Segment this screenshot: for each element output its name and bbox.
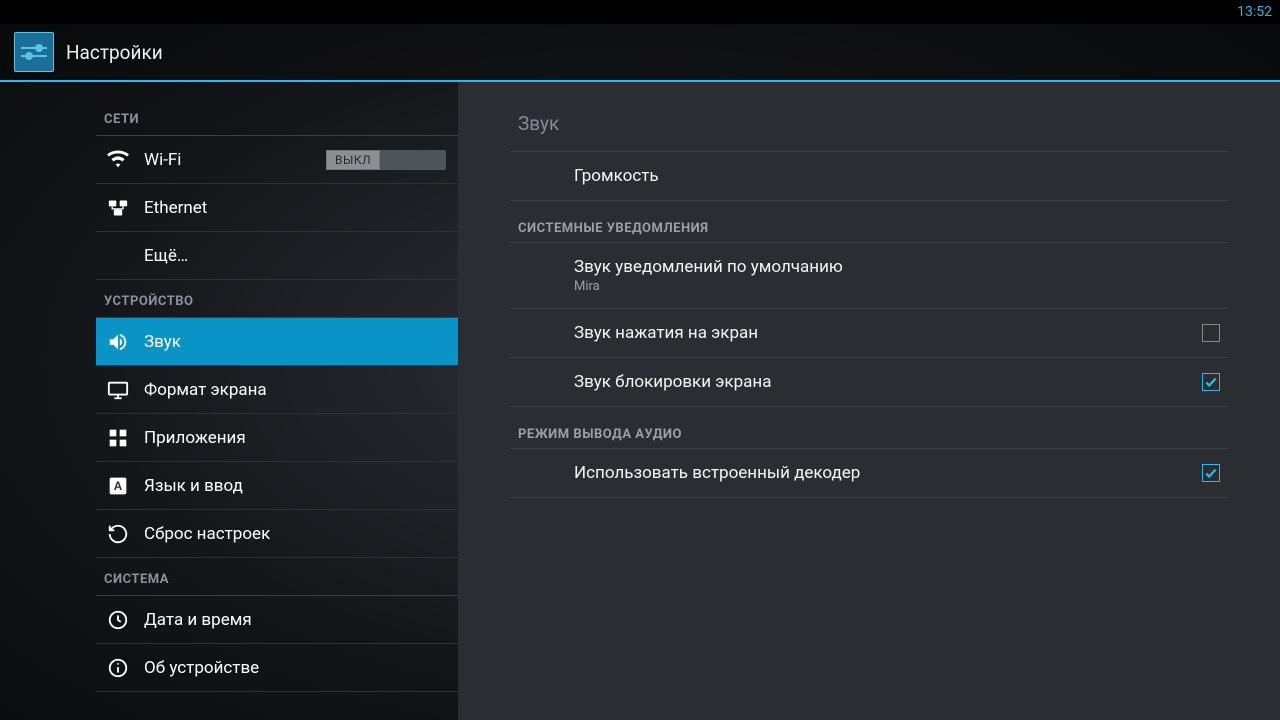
sidebar-item-ethernet[interactable]: Ethernet [96,184,458,232]
sidebar: СЕТИ Wi-Fi ВЫКЛ Ethernet Ещё… [0,82,458,720]
checkbox-lock-sound[interactable] [1202,373,1220,391]
detail-item-value: Mira [574,279,1220,294]
detail-item-label: Звук уведомлений по умолчанию [574,257,1220,277]
detail-item-volume[interactable]: Громкость [510,152,1228,201]
status-bar: 13:52 [0,0,1280,24]
sidebar-item-label: Формат экрана [144,380,448,400]
settings-app-icon [14,32,54,72]
checkbox-touch-sounds[interactable] [1202,324,1220,342]
sidebar-item-about[interactable]: Об устройстве [96,644,458,692]
sidebar-item-wifi[interactable]: Wi-Fi ВЫКЛ [96,136,458,184]
svg-text:A: A [114,480,123,493]
language-icon: A [106,474,130,498]
detail-item-label: Громкость [574,166,1220,186]
sidebar-item-label: Звук [144,332,448,352]
sidebar-item-label: Ещё… [144,246,448,266]
sidebar-item-label: Дата и время [144,610,448,630]
apps-icon [106,426,130,450]
detail-panel: Звук Громкость СИСТЕМНЫЕ УВЕДОМЛЕНИЯ Зву… [458,82,1280,720]
ethernet-icon [106,196,130,220]
sidebar-item-label: Язык и ввод [144,476,448,496]
detail-item-label: Звук блокировки экрана [574,372,1202,392]
page-title: Настройки [66,41,163,64]
sidebar-item-more[interactable]: Ещё… [96,232,458,280]
sidebar-category-system: СИСТЕМА [96,558,458,596]
sidebar-item-label: Wi-Fi [144,150,326,170]
detail-item-default-notification[interactable]: Звук уведомлений по умолчанию Mira [510,243,1228,309]
action-bar: Настройки [0,24,1280,82]
sidebar-category-networks: СЕТИ [96,98,458,136]
detail-item-builtin-decoder[interactable]: Использовать встроенный декодер [510,449,1228,498]
info-icon [106,656,130,680]
sidebar-item-apps[interactable]: Приложения [96,414,458,462]
display-icon [106,378,130,402]
sidebar-item-language[interactable]: A Язык и ввод [96,462,458,510]
detail-item-touch-sounds[interactable]: Звук нажатия на экран [510,309,1228,358]
sidebar-item-label: Ethernet [144,198,448,218]
sidebar-category-device: УСТРОЙСТВО [96,280,458,318]
detail-category-audio-out: РЕЖИМ ВЫВОДА АУДИО [510,407,1228,449]
clock-icon [106,608,130,632]
detail-item-label: Использовать встроенный декодер [574,463,1202,483]
sidebar-item-reset[interactable]: Сброс настроек [96,510,458,558]
sidebar-item-sound[interactable]: Звук [96,318,458,366]
sidebar-item-display[interactable]: Формат экрана [96,366,458,414]
detail-title: Звук [510,94,1228,152]
sidebar-item-datetime[interactable]: Дата и время [96,596,458,644]
sidebar-item-label: Приложения [144,428,448,448]
sound-icon [106,330,130,354]
detail-item-label: Звук нажатия на экран [574,323,1202,343]
detail-category-notifications: СИСТЕМНЫЕ УВЕДОМЛЕНИЯ [510,201,1228,243]
reset-icon [106,522,130,546]
sidebar-item-label: Сброс настроек [144,524,448,544]
detail-item-lock-sound[interactable]: Звук блокировки экрана [510,358,1228,407]
wifi-toggle[interactable]: ВЫКЛ [326,150,446,170]
status-time: 13:52 [1237,4,1272,20]
checkbox-builtin-decoder[interactable] [1202,464,1220,482]
wifi-icon [106,148,130,172]
sidebar-item-label: Об устройстве [144,658,448,678]
content: СЕТИ Wi-Fi ВЫКЛ Ethernet Ещё… [0,82,1280,720]
